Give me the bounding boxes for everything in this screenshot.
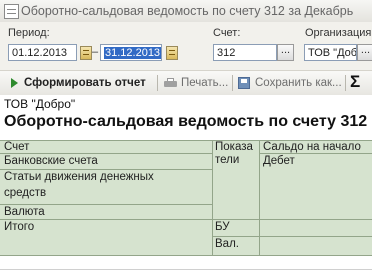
- report-title: Оборотно-сальдовая ведомость по счету 31…: [4, 113, 368, 130]
- column-header-indicators-cont: тели: [215, 154, 240, 166]
- date-range-dash: –: [92, 46, 99, 58]
- report-bottom-border: [0, 269, 372, 270]
- print-button[interactable]: Печать...: [162, 74, 229, 92]
- save-as-label: Сохранить как...: [255, 77, 342, 89]
- column-header-indicators: Показа: [215, 141, 253, 153]
- date-to-field[interactable]: 31.12.2013: [100, 44, 162, 61]
- report-table: Счет Показа тели Сальдо на начало Дебет …: [0, 140, 372, 256]
- report-area: ТОВ "Добро" Оборотно-сальдовая ведомость…: [0, 95, 372, 273]
- report-parameters-panel: Период: 01.12.2013 – 31.12.2013 Счет: 31…: [0, 22, 372, 70]
- table-row-cash-flow-items: Статьи движения денежных: [4, 171, 154, 183]
- play-icon: [11, 78, 18, 88]
- date-to-calendar-icon[interactable]: [166, 46, 178, 60]
- generate-report-button[interactable]: Сформировать отчет: [3, 74, 153, 92]
- print-label: Печать...: [181, 77, 229, 89]
- save-as-button[interactable]: Сохранить как...: [236, 74, 343, 92]
- table-row-currency: Валюта: [4, 206, 45, 218]
- total-bu-label: БУ: [215, 221, 230, 233]
- date-from-calendar-icon[interactable]: [80, 46, 92, 60]
- window-titlebar: Оборотно-сальдовая ведомость по счету 31…: [0, 0, 372, 23]
- sum-button[interactable]: Σ: [350, 73, 360, 91]
- column-header-debit: Дебет: [263, 155, 295, 167]
- report-toolbar: Сформировать отчет Печать... Сохранить к…: [0, 70, 372, 96]
- column-header-account: Счет: [4, 141, 30, 153]
- toolbar-separator: [157, 75, 158, 91]
- period-label: Период:: [8, 27, 50, 39]
- account-select-button[interactable]: ...: [277, 44, 294, 61]
- save-icon: [238, 77, 250, 89]
- report-window-icon: [4, 4, 19, 19]
- organization-label: Организация: [305, 27, 372, 39]
- report-organization: ТОВ "Добро": [4, 97, 76, 111]
- date-from-field[interactable]: 01.12.2013: [8, 44, 77, 61]
- toolbar-separator: [345, 75, 346, 91]
- organization-select-button[interactable]: ...: [357, 44, 372, 61]
- organization-field[interactable]: ТОВ "Добро": [304, 44, 357, 61]
- table-row-total: Итого: [4, 221, 35, 233]
- account-field[interactable]: 312: [213, 44, 277, 61]
- generate-report-label: Сформировать отчет: [24, 77, 146, 89]
- table-row-cash-flow-items-cont: средств: [4, 187, 47, 199]
- printer-icon: [164, 78, 177, 89]
- window-title: Оборотно-сальдовая ведомость по счету 31…: [21, 4, 354, 18]
- total-val-label: Вал.: [215, 238, 239, 250]
- column-header-opening-balance: Сальдо на начало: [263, 141, 361, 153]
- toolbar-separator: [232, 75, 233, 91]
- account-label: Счет:: [213, 27, 241, 39]
- table-row-bank-accounts: Банковские счета: [4, 155, 98, 167]
